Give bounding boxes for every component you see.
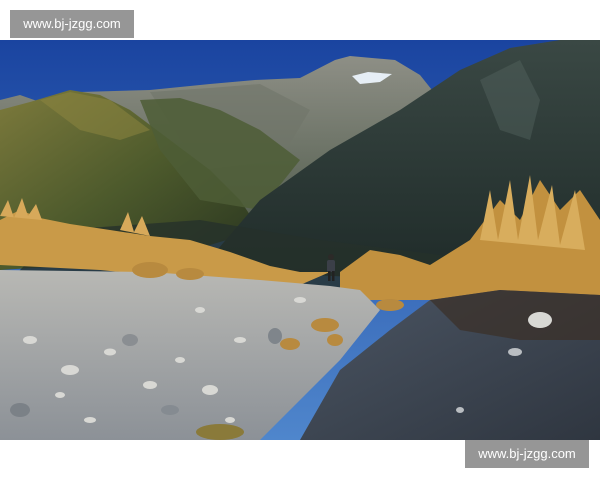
landscape-illustration [0,40,600,440]
landscape-photo [0,40,600,440]
watermark-top-left: www.bj-jzgg.com [10,10,134,38]
page: www.bj-jzgg.com www.bj-jzgg.com [0,0,600,480]
watermark-bottom-right: www.bj-jzgg.com [465,440,589,468]
